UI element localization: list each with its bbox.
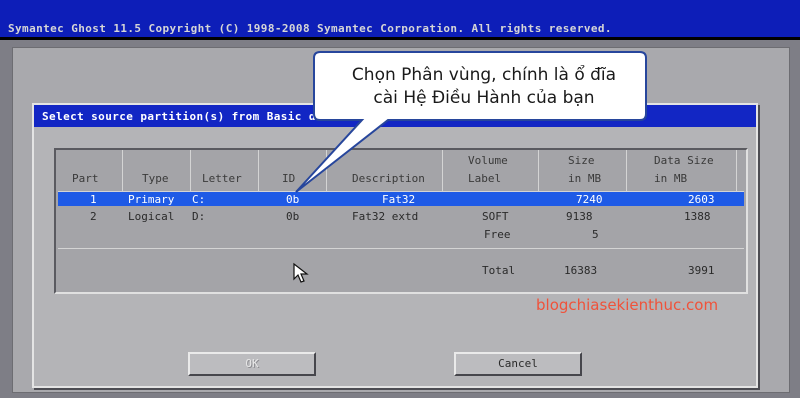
mouse-cursor-icon (293, 262, 309, 283)
callout-line-1: Chọn Phân vùng, chính là ổ đĩa (351, 65, 617, 85)
callout-text: Chọn Phân vùng, chính là ổ đĩa cài Hệ Đi… (324, 64, 644, 110)
callout-bubble (295, 51, 647, 193)
callout-line-2: cài Hệ Điều Hành của bạn (373, 88, 595, 108)
watermark: blogchiasekienthuc.com (536, 296, 719, 314)
